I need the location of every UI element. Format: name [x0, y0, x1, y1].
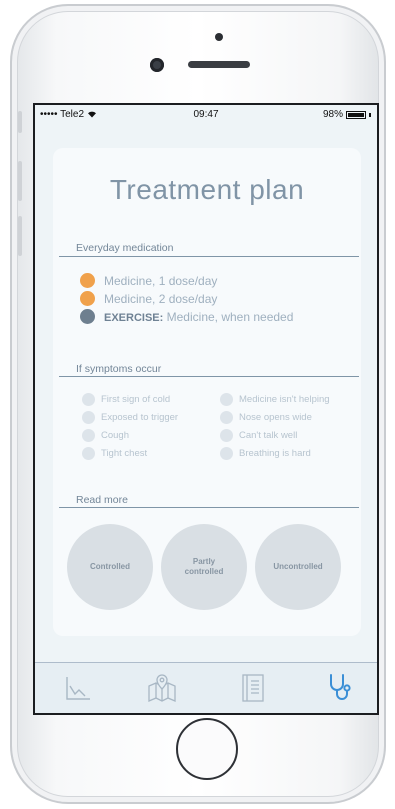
symptom-dot [82, 447, 95, 460]
tab-statistics[interactable] [43, 663, 113, 713]
divider [59, 256, 359, 257]
symptom-item[interactable]: Cough [82, 429, 129, 442]
treatment-card: Treatment plan Everyday medication Medic… [53, 148, 361, 636]
medication-item[interactable]: Medicine, 1 dose/day [80, 273, 217, 288]
battery-tip [369, 112, 371, 117]
tab-journal[interactable] [218, 663, 288, 713]
symptom-label: Exposed to trigger [101, 412, 179, 423]
symptom-label: Nose opens wide [239, 412, 312, 423]
symptom-label: Can't talk well [239, 430, 298, 441]
chart-icon [64, 674, 92, 707]
status-dot [80, 309, 95, 324]
tab-map[interactable] [127, 663, 197, 713]
front-camera [150, 58, 164, 72]
screen: ••••• Tele2 09:47 98% Treatment plan Eve… [33, 103, 379, 715]
medication-item[interactable]: Medicine, 2 dose/day [80, 291, 217, 306]
symptom-dot [82, 429, 95, 442]
tab-treatment[interactable] [305, 663, 375, 713]
symptom-label: Cough [101, 430, 129, 441]
medication-prefix: EXERCISE: [104, 311, 164, 324]
status-dot [80, 291, 95, 306]
phone-frame: ••••• Tele2 09:47 98% Treatment plan Eve… [10, 4, 386, 804]
symptom-label: Tight chest [101, 448, 148, 459]
page-title: Treatment plan [109, 174, 305, 205]
symptom-label: Medicine isn't helping [239, 394, 330, 405]
sensor-dot [215, 33, 223, 41]
symptom-dot [82, 393, 95, 406]
map-icon [146, 672, 178, 709]
symptom-dot [220, 393, 233, 406]
symptom-label: Breathing is hard [239, 448, 311, 459]
medication-label: Medicine, 1 dose/day [104, 273, 218, 288]
symptom-label: First sign of cold [101, 394, 171, 405]
symptom-item[interactable]: Exposed to trigger [82, 411, 178, 424]
everyday-heading: Everyday medication [76, 242, 174, 254]
symptom-dot [220, 447, 233, 460]
medication-item[interactable]: EXERCISE: Medicine, when needed [80, 309, 293, 324]
battery-percent: 98% [322, 109, 343, 120]
symptom-dot [82, 411, 95, 424]
earpiece-speaker [188, 61, 250, 68]
divider [59, 507, 359, 508]
symptoms-heading: If symptoms occur [76, 363, 162, 375]
symptom-item[interactable]: Nose opens wide [220, 411, 312, 424]
medication-label: Medicine, when needed [166, 309, 294, 324]
symptom-dot [220, 411, 233, 424]
symptom-item[interactable]: Medicine isn't helping [220, 393, 330, 406]
controlled-button[interactable]: Controlled [67, 524, 153, 610]
divider [59, 376, 359, 377]
medication-label: Medicine, 2 dose/day [104, 291, 218, 306]
uncontrolled-button[interactable]: Uncontrolled [255, 524, 341, 610]
symptom-item[interactable]: Tight chest [82, 447, 147, 460]
battery-icon [346, 110, 366, 119]
status-dot [80, 273, 95, 288]
battery-status: 98% [323, 109, 371, 120]
read-more-heading: Read more [76, 494, 128, 506]
notebook-icon [240, 673, 266, 708]
home-button[interactable] [176, 718, 238, 780]
status-bar: ••••• Tele2 09:47 98% [35, 105, 377, 125]
stethoscope-icon [325, 672, 355, 709]
tab-bar [35, 662, 377, 713]
symptom-item[interactable]: Can't talk well [220, 429, 297, 442]
symptom-dot [220, 429, 233, 442]
symptom-item[interactable]: Breathing is hard [220, 447, 311, 460]
mute-switch [18, 111, 22, 133]
volume-down-button [18, 216, 22, 256]
symptom-item[interactable]: First sign of cold [82, 393, 170, 406]
partly-controlled-button[interactable]: Partly controlled [161, 524, 247, 610]
volume-up-button [18, 161, 22, 201]
